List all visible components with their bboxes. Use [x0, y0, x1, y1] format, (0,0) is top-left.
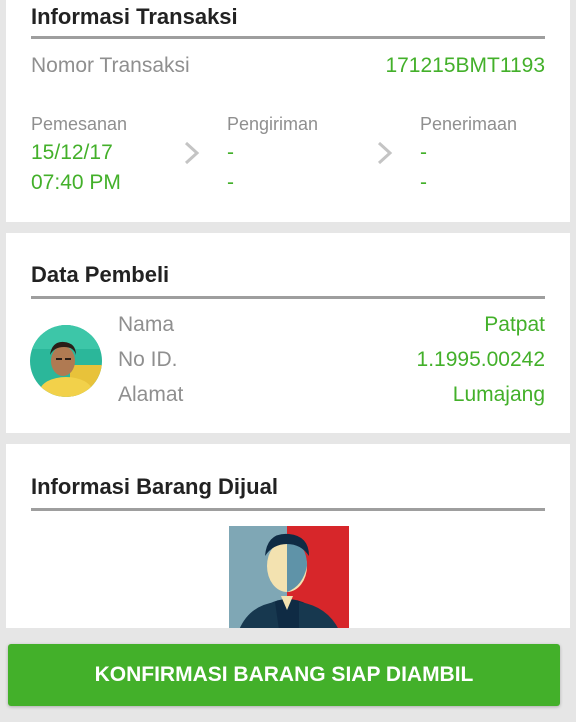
- chevron-right-icon: [377, 141, 393, 165]
- item-title: Informasi Barang Dijual: [31, 474, 278, 499]
- buyer-address-label: Alamat: [118, 383, 184, 406]
- item-card: Informasi Barang Dijual: [6, 444, 570, 644]
- buyer-name-label: Nama: [118, 313, 175, 336]
- step-pengiriman-label: Pengiriman: [227, 114, 319, 134]
- buyer-id-label: No ID.: [118, 348, 178, 371]
- product-photo: [227, 526, 351, 630]
- step-pemesanan-label: Pemesanan: [31, 114, 128, 134]
- step-penerimaan-label: Penerimaan: [420, 114, 518, 134]
- step-pengiriman-line1: -: [227, 141, 234, 164]
- confirm-ready-button[interactable]: KONFIRMASI BARANG SIAP DIAMBIL: [8, 644, 560, 706]
- buyer-title: Data Pembeli: [31, 262, 170, 287]
- transaction-number-value: 171215BMT1193: [385, 54, 545, 77]
- transaction-title: Informasi Transaksi: [31, 4, 238, 29]
- step-pengiriman-line2: -: [227, 171, 234, 194]
- avatar: [30, 325, 102, 397]
- buyer-divider: [31, 296, 545, 299]
- step-pemesanan-date: 15/12/17: [31, 141, 113, 164]
- step-pemesanan-time: 07:40 PM: [31, 171, 121, 194]
- step-penerimaan-line2: -: [420, 171, 427, 194]
- buyer-card: Data Pembeli Nama Patpat No ID. 1.1995.0…: [6, 233, 570, 433]
- buyer-name-value: Patpat: [484, 313, 545, 336]
- step-penerimaan-line1: -: [420, 141, 427, 164]
- transaction-number-label: Nomor Transaksi: [31, 54, 190, 77]
- confirm-ready-button-label: KONFIRMASI BARANG SIAP DIAMBIL: [94, 663, 474, 686]
- transaction-divider: [31, 36, 545, 39]
- chevron-right-icon: [184, 141, 200, 165]
- transaction-card: Informasi Transaksi Nomor Transaksi 1712…: [6, 0, 570, 222]
- buyer-id-value: 1.1995.00242: [416, 348, 545, 371]
- item-divider: [31, 508, 545, 511]
- buyer-address-value: Lumajang: [452, 383, 545, 406]
